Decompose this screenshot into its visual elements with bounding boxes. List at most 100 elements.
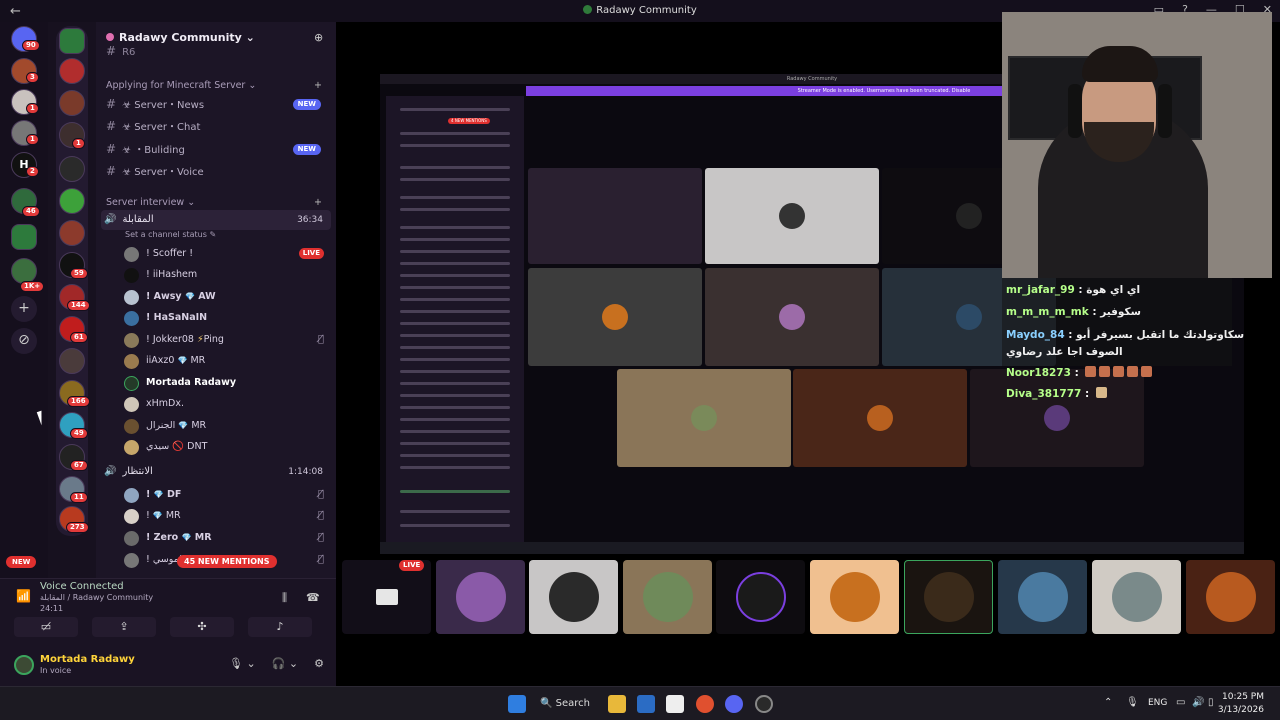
mute-icon: 🎙̸ xyxy=(317,554,324,565)
participant-thumb[interactable] xyxy=(436,560,525,634)
avatar xyxy=(124,553,139,568)
chevron-up-icon[interactable]: ⌃ xyxy=(1104,697,1112,708)
video-tile[interactable] xyxy=(793,369,967,467)
voice-user[interactable]: الجنرال 💎 MR xyxy=(124,416,324,436)
voice-user[interactable]: ! 💎 MR 🎙̸ xyxy=(124,506,324,526)
participant-thumb[interactable] xyxy=(623,560,712,634)
battery-icon[interactable]: ▯ xyxy=(1208,697,1214,708)
video-tile[interactable] xyxy=(528,168,702,264)
disconnect-icon[interactable]: ☎ xyxy=(306,591,320,604)
server-icon[interactable] xyxy=(59,188,85,214)
new-unread-pill[interactable]: NEW xyxy=(6,556,37,568)
participant-thumb[interactable] xyxy=(716,560,805,634)
camera-off-button[interactable]: ▭̸ xyxy=(14,617,78,637)
avatar xyxy=(124,509,139,524)
add-channel-icon[interactable]: + xyxy=(314,80,322,91)
category-header[interactable]: Applying for Minecraft Server ⌄ + xyxy=(106,80,322,91)
video-tile[interactable] xyxy=(705,168,879,264)
soundboard-button[interactable]: ♪ xyxy=(248,617,312,637)
voice-user[interactable]: ! HaSaNaIN xyxy=(124,308,324,328)
voice-channel-waiting[interactable]: 🔊 الانتظار 1:14:08 xyxy=(101,462,331,482)
app-icon[interactable] xyxy=(666,695,684,713)
channel-status[interactable]: Set a channel status ✎ xyxy=(125,230,216,239)
category-header[interactable]: Server interview ⌄ + xyxy=(106,197,322,208)
user-name[interactable]: Mortada Radawy xyxy=(40,654,135,665)
add-channel-icon[interactable]: + xyxy=(314,197,322,208)
rail-badge: 1 xyxy=(26,103,39,114)
rail-badge: 273 xyxy=(66,522,89,533)
server-folder-icon[interactable] xyxy=(11,224,37,250)
voice-channel-interview[interactable]: 🔊 المقابلة 36:34 xyxy=(101,210,331,230)
voice-status[interactable]: Voice Connected xyxy=(40,581,124,592)
microphone-icon[interactable]: 🎙 ⌄ xyxy=(229,657,256,670)
server-icon[interactable] xyxy=(59,58,85,84)
channel-server-chat[interactable]: # ☣ Server・Chat xyxy=(106,116,331,136)
server-icon[interactable] xyxy=(59,220,85,246)
rail-badge: 2 xyxy=(26,166,39,177)
server-icon[interactable] xyxy=(59,90,85,116)
speaker-icon: 🔊 xyxy=(104,466,117,477)
voice-user[interactable]: xHmDx. xyxy=(124,394,324,414)
settings-gear-icon[interactable]: ⚙ xyxy=(314,657,324,670)
add-member-icon[interactable]: ⊕ xyxy=(314,31,323,44)
server-icon[interactable] xyxy=(59,348,85,374)
channel-server-voice[interactable]: # ☣ Server・Voice xyxy=(106,161,331,181)
voice-user[interactable]: ! Zero 💎 MR 🎙̸ xyxy=(124,528,324,548)
voice-user[interactable]: ! iiHashem xyxy=(124,265,324,285)
new-mentions-pill[interactable]: 45 NEW MENTIONS xyxy=(177,555,277,568)
speaker-icon: 🔊 xyxy=(104,214,117,225)
voice-user[interactable]: Mortada Radawy xyxy=(124,373,324,393)
participant-thumb[interactable] xyxy=(1186,560,1275,634)
store-icon[interactable] xyxy=(637,695,655,713)
avatar xyxy=(455,572,506,622)
microphone-icon[interactable]: 🎙 xyxy=(1126,697,1139,708)
voice-user[interactable]: ! 💎 DF 🎙̸ xyxy=(124,485,324,505)
channel-buliding[interactable]: # ☣ ・Buliding NEW xyxy=(106,139,331,159)
server-icon[interactable] xyxy=(59,156,85,182)
network-icon[interactable]: ▭ xyxy=(1176,697,1185,708)
participant-thumb[interactable] xyxy=(904,560,993,634)
hash-icon: # xyxy=(106,97,117,111)
voice-user[interactable]: ! Scoffer ! LIVE xyxy=(124,244,324,264)
voice-user[interactable]: iiAxz0 💎 MR xyxy=(124,351,324,371)
noise-suppression-icon[interactable]: ⫼ xyxy=(282,591,287,605)
voice-user[interactable]: ! Awsy 💎 AW xyxy=(124,287,324,307)
activities-button[interactable]: ✣ xyxy=(170,617,234,637)
avatar xyxy=(735,572,786,622)
participant-thumb[interactable] xyxy=(1092,560,1181,634)
video-tile[interactable] xyxy=(705,268,879,366)
rail-badge: 166 xyxy=(67,396,90,407)
avatar xyxy=(124,268,139,283)
app-icon[interactable] xyxy=(755,695,773,713)
voice-actions: ▭̸ ⇪ ✣ ♪ xyxy=(14,617,312,637)
add-server-icon[interactable]: + xyxy=(11,296,37,322)
volume-icon[interactable]: 🔊 xyxy=(1192,697,1204,708)
headphone-right xyxy=(1158,84,1172,138)
server-name[interactable]: Radawy Community ⌄ xyxy=(106,31,255,44)
participant-thumb[interactable] xyxy=(342,560,431,634)
participant-thumb[interactable] xyxy=(998,560,1087,634)
avatar[interactable] xyxy=(14,655,34,675)
video-tile[interactable] xyxy=(528,268,702,366)
voice-timer: 36:34 xyxy=(297,215,323,225)
voice-user[interactable]: سيدي 🚫 DNT xyxy=(124,437,324,457)
discord-icon[interactable] xyxy=(725,695,743,713)
voice-user[interactable]: ! Jokker08 ⚡Ping 🎙̸ xyxy=(124,330,324,350)
start-icon[interactable] xyxy=(508,695,526,713)
clock[interactable]: 10:25 PM 3/13/2026 xyxy=(1218,691,1264,717)
channel-stub[interactable]: # R6 xyxy=(106,44,331,58)
file-explorer-icon[interactable] xyxy=(608,695,626,713)
folder-icon[interactable] xyxy=(59,28,85,54)
brave-browser-icon[interactable] xyxy=(696,695,714,713)
language-indicator[interactable]: ENG xyxy=(1148,698,1167,708)
video-tile[interactable] xyxy=(617,369,791,467)
headphones-icon[interactable]: 🎧 ⌄ xyxy=(272,657,298,670)
participant-thumb[interactable] xyxy=(529,560,618,634)
user-panel: Mortada Radawy In voice 🎙 ⌄ 🎧 ⌄ ⚙ xyxy=(14,653,324,677)
channel-server-news[interactable]: # ☣ Server・News NEW xyxy=(106,94,331,114)
discover-icon[interactable]: ⊘ xyxy=(11,328,37,354)
share-screen-button[interactable]: ⇪ xyxy=(92,617,156,637)
search-button[interactable]: 🔍 Search xyxy=(540,693,596,715)
participant-thumb[interactable] xyxy=(810,560,899,634)
user-controls: 🎙 ⌄ 🎧 ⌄ ⚙ xyxy=(229,657,324,670)
